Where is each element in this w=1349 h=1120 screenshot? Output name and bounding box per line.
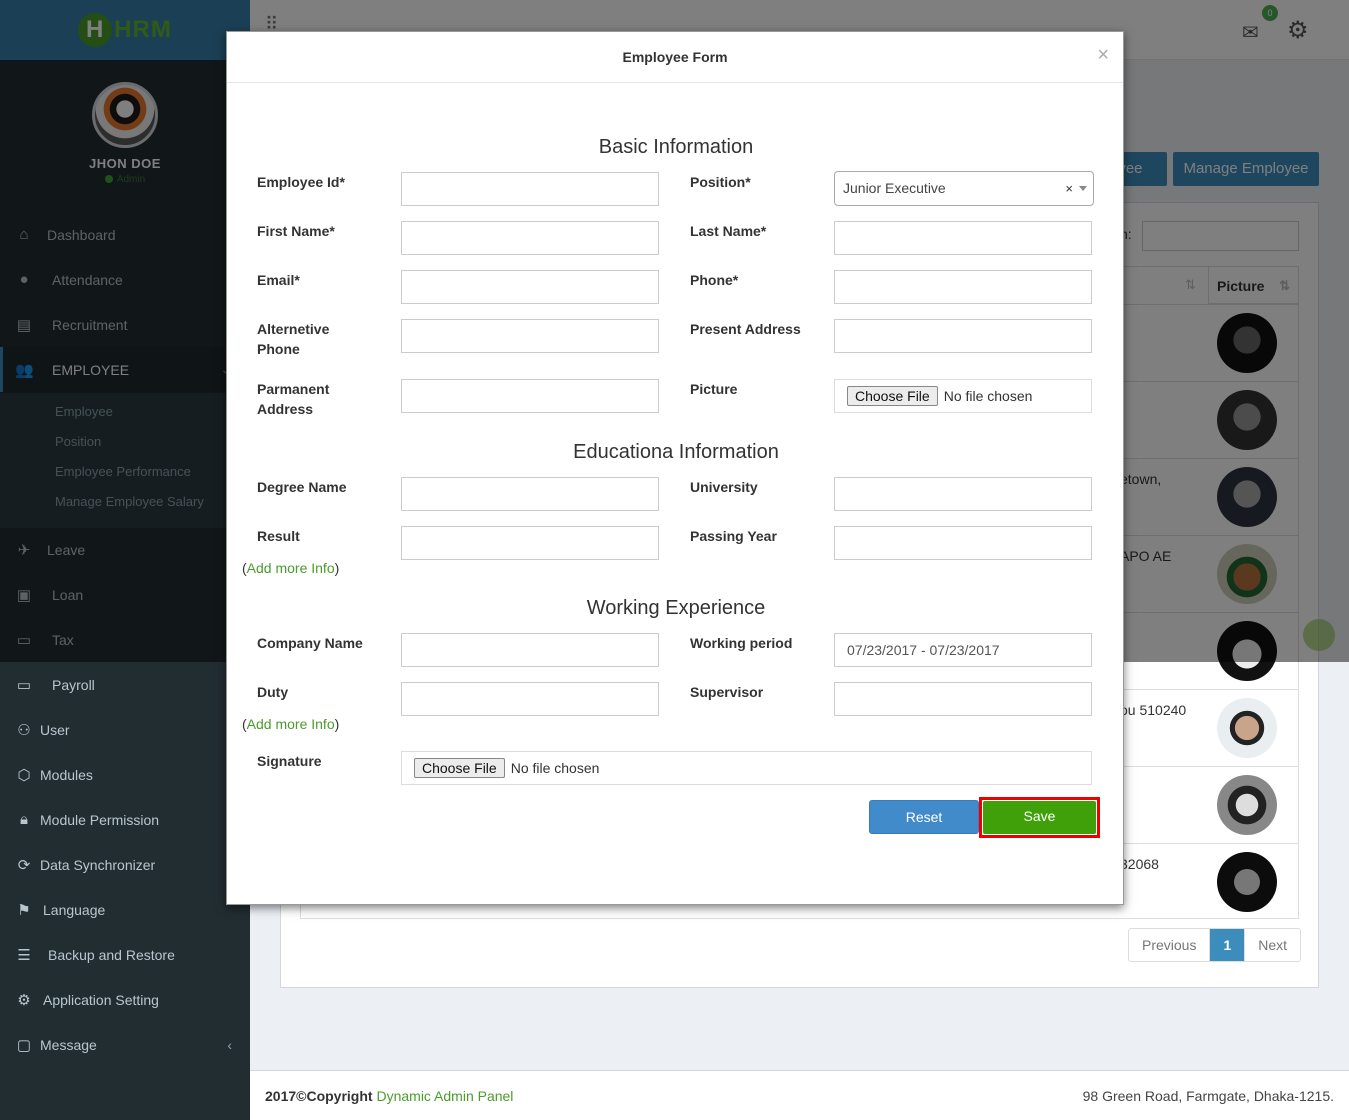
gear-icon: ⚙	[17, 991, 31, 1009]
label-present-address: Present Address	[690, 321, 801, 337]
table-row: 32068	[1110, 843, 1299, 920]
add-more-education: (Add more Info)	[242, 560, 340, 576]
sidebar-item-backup[interactable]: ☰ Backup and Restore	[0, 932, 250, 977]
pagination-previous[interactable]: Previous	[1129, 929, 1209, 961]
signature-file-input[interactable]: Choose File No file chosen	[401, 751, 1092, 785]
label-position: Position*	[690, 174, 751, 190]
university-input[interactable]	[834, 477, 1092, 511]
label-last-name: Last Name*	[690, 223, 767, 239]
copyright-text: 2017©Copyright	[265, 1088, 373, 1104]
pagination: Previous 1 Next	[1128, 928, 1302, 962]
sidebar-item-data-synchronizer[interactable]: ⟳ Data Synchronizer	[0, 842, 250, 887]
label-employee-id: Employee Id*	[257, 174, 345, 190]
present-address-input[interactable]	[834, 319, 1092, 353]
comment-icon: ▢	[16, 1036, 32, 1054]
working-period-input[interactable]: 07/23/2017 - 07/23/2017	[834, 633, 1092, 667]
label-duty: Duty	[257, 684, 289, 700]
card-icon: ▭	[16, 676, 32, 694]
result-input[interactable]	[401, 526, 659, 560]
table-row: ou 510240	[1110, 689, 1299, 766]
add-more-info-link[interactable]: Add more Info	[247, 716, 335, 732]
employee-id-input[interactable]	[401, 172, 659, 206]
sidebar-item-app-setting[interactable]: ⚙ Application Setting	[0, 977, 250, 1022]
employee-photo	[1217, 775, 1277, 835]
reset-button[interactable]: Reset	[869, 800, 979, 834]
alt-phone-input[interactable]	[401, 319, 659, 353]
modal-title: Employee Form	[227, 32, 1123, 83]
position-select[interactable]: Junior Executive ×	[834, 171, 1094, 206]
language-icon: ⚑	[17, 901, 31, 919]
label-permanent-address: Parmanent Address	[257, 381, 330, 417]
footer-link[interactable]: Dynamic Admin Panel	[376, 1088, 513, 1104]
table-row	[1110, 766, 1299, 843]
last-name-input[interactable]	[834, 221, 1092, 255]
section-education-info: Educationa Information	[573, 441, 779, 463]
phone-input[interactable]	[834, 270, 1092, 304]
pagination-next[interactable]: Next	[1244, 929, 1300, 961]
first-name-input[interactable]	[401, 221, 659, 255]
sidebar-item-modules[interactable]: ⬡ Modules	[0, 752, 250, 797]
section-basic-info: Basic Information	[598, 136, 754, 158]
label-first-name: First Name*	[257, 223, 335, 239]
picture-file-input[interactable]: Choose File No file chosen	[834, 379, 1092, 413]
label-supervisor: Supervisor	[690, 684, 764, 700]
lock-icon: 🔒︎	[20, 811, 28, 828]
add-more-experience: (Add more Info)	[242, 716, 340, 732]
label-company: Company Name	[257, 635, 363, 651]
footer-address: 98 Green Road, Farmgate, Dhaka-1215.	[1082, 1088, 1334, 1104]
employee-photo	[1217, 852, 1277, 912]
company-input[interactable]	[401, 633, 659, 667]
email-input[interactable]	[401, 270, 659, 304]
label-result: Result	[257, 528, 300, 544]
employee-form-modal: Employee Form × Basic Information Employ…	[226, 31, 1124, 905]
label-degree: Degree Name	[257, 479, 347, 495]
clear-icon[interactable]: ×	[1065, 172, 1073, 205]
label-alt-phone: Alternetive Phone	[257, 321, 330, 357]
footer: 2017©Copyright Dynamic Admin Panel 98 Gr…	[250, 1070, 1349, 1120]
choose-file-button[interactable]: Choose File	[414, 758, 505, 778]
passing-year-input[interactable]	[834, 526, 1092, 560]
save-button-highlight: Save	[979, 797, 1100, 838]
label-email: Email*	[257, 272, 300, 288]
dropdown-arrow-icon	[1079, 186, 1087, 191]
pagination-page-1[interactable]: 1	[1209, 929, 1245, 961]
sidebar-item-module-permission[interactable]: 🔒︎ Module Permission	[0, 797, 250, 842]
label-passing-year: Passing Year	[690, 528, 777, 544]
close-icon[interactable]: ×	[1097, 45, 1109, 65]
label-signature: Signature	[257, 753, 322, 769]
refresh-icon: ⟳	[17, 856, 31, 874]
duty-input[interactable]	[401, 682, 659, 716]
user-icon: ⚇	[17, 721, 31, 739]
choose-file-button[interactable]: Choose File	[847, 386, 938, 406]
supervisor-input[interactable]	[834, 682, 1092, 716]
save-button[interactable]: Save	[983, 801, 1096, 834]
degree-input[interactable]	[401, 477, 659, 511]
sidebar-item-message[interactable]: ▢ Message ‹	[0, 1022, 250, 1067]
section-working-experience: Working Experience	[586, 597, 766, 619]
chevron-left-icon: ‹	[227, 1036, 232, 1053]
permanent-address-input[interactable]	[401, 379, 659, 413]
label-working-period: Working period	[690, 635, 793, 651]
label-university: University	[690, 479, 758, 495]
sidebar-item-language[interactable]: ⚑ Language	[0, 887, 250, 932]
sidebar-item-user[interactable]: ⚇ User	[0, 707, 250, 752]
employee-photo	[1217, 698, 1277, 758]
sidebar-item-payroll[interactable]: ▭ Payroll	[0, 662, 250, 707]
add-more-info-link[interactable]: Add more Info	[247, 560, 335, 576]
database-icon: ☰	[17, 946, 31, 964]
label-phone: Phone*	[690, 272, 739, 288]
label-picture: Picture	[690, 381, 738, 397]
cube-icon: ⬡	[17, 766, 31, 784]
